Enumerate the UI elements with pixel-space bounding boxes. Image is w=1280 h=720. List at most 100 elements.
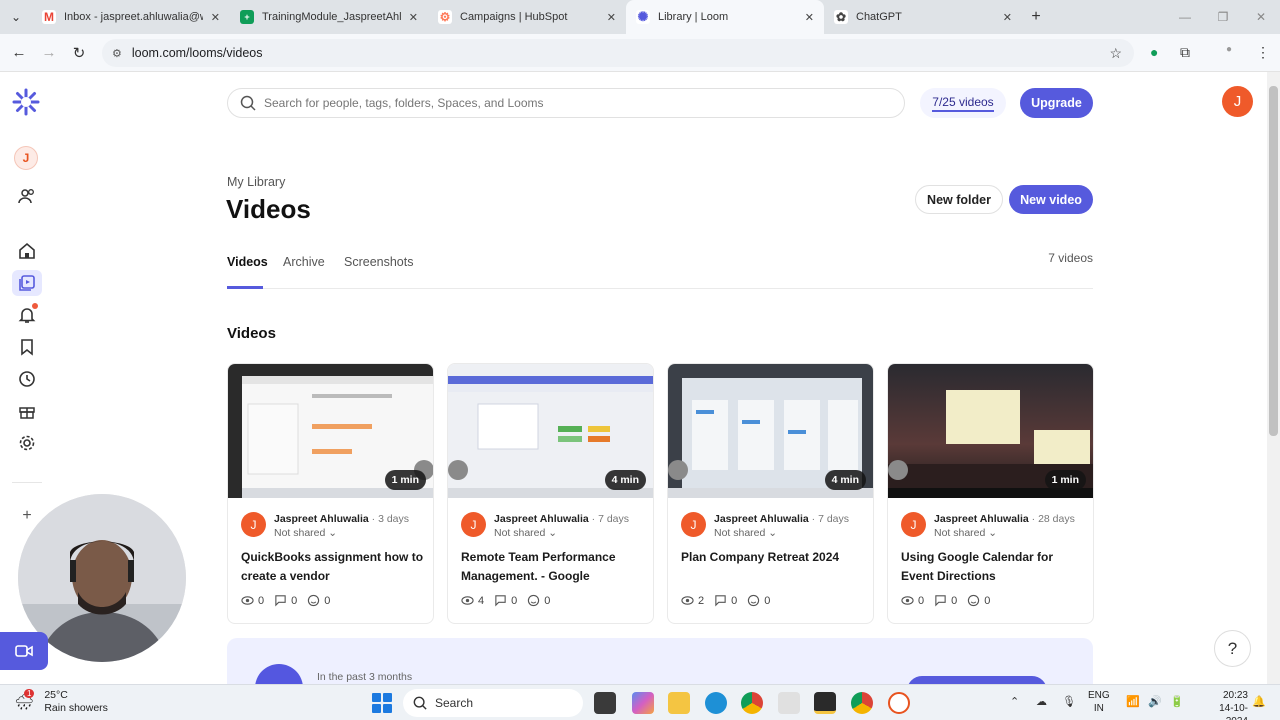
video-title[interactable]: QuickBooks assignment how to create a ve…	[241, 548, 427, 586]
video-thumbnail[interactable]: 4 min	[668, 364, 873, 498]
reload-icon[interactable]: ↻	[64, 44, 94, 62]
tab-screenshots[interactable]: Screenshots	[344, 255, 413, 289]
upgrade-button[interactable]: Upgrade	[1020, 88, 1093, 118]
scrollbar-thumb[interactable]	[1269, 86, 1278, 436]
notifications-icon[interactable]: 🔔	[1252, 695, 1266, 708]
menu-dots-icon[interactable]: ⋮	[1256, 44, 1270, 61]
close-icon[interactable]: ✕	[409, 11, 418, 24]
search-input[interactable]: Search for people, tags, folders, Spaces…	[227, 88, 905, 118]
gift-icon[interactable]	[12, 398, 42, 424]
people-icon[interactable]	[12, 183, 42, 209]
video-camera-icon	[15, 645, 33, 657]
video-title[interactable]: Remote Team Performance Management. - Go…	[461, 548, 647, 586]
scrollbar[interactable]	[1267, 72, 1280, 684]
video-card[interactable]: 1 min J Jaspreet Ahluwalia · 28 days Not…	[887, 363, 1094, 624]
share-status-dropdown[interactable]: Not shared ⌄	[494, 527, 557, 539]
share-status-dropdown[interactable]: Not shared ⌄	[714, 527, 777, 539]
volume-icon[interactable]: 🔊	[1148, 695, 1162, 708]
weather-icon: 🌧 1	[14, 689, 35, 711]
window-close-icon[interactable]: ✕	[1242, 0, 1280, 34]
search-placeholder: Search for people, tags, folders, Spaces…	[264, 96, 544, 110]
home-icon[interactable]	[12, 238, 42, 264]
video-thumbnail[interactable]: 1 min	[228, 364, 433, 498]
video-card[interactable]: 4 min J Jaspreet Ahluwalia · 7 days Not …	[667, 363, 874, 624]
bookmark-icon[interactable]	[12, 334, 42, 360]
chrome-icon[interactable]	[741, 692, 763, 714]
video-title[interactable]: Using Google Calendar for Event Directio…	[901, 548, 1087, 586]
comment-icon	[935, 595, 946, 607]
taskbar-search[interactable]: Search	[403, 689, 583, 717]
slack-icon[interactable]	[778, 692, 800, 714]
tab-videos[interactable]: Videos	[227, 255, 268, 289]
clock-app-icon[interactable]	[888, 692, 910, 714]
wifi-icon[interactable]: 📶	[1126, 695, 1140, 708]
new-folder-button[interactable]: New folder	[915, 185, 1003, 214]
copilot-icon[interactable]	[632, 692, 654, 714]
video-quota[interactable]: 7/25 videos	[920, 88, 1006, 118]
banner-illustration	[255, 664, 303, 684]
tab-archive[interactable]: Archive	[283, 255, 325, 289]
extension-icon[interactable]: ●	[1150, 44, 1158, 60]
bell-icon[interactable]	[12, 302, 42, 328]
bookmark-star-icon[interactable]: ☆	[1109, 45, 1122, 62]
minimize-icon[interactable]: —	[1166, 0, 1204, 34]
tab-chatgpt[interactable]: ✿ ChatGPT ✕	[824, 0, 1022, 34]
close-icon[interactable]: ✕	[211, 11, 220, 24]
breadcrumb[interactable]: My Library	[227, 175, 285, 189]
extensions-puzzle-icon[interactable]: ⧉	[1180, 44, 1190, 61]
sticky-notes-icon[interactable]	[814, 692, 836, 714]
settings-icon[interactable]	[12, 430, 42, 456]
profile-icon[interactable]: ●	[1226, 44, 1232, 55]
history-icon[interactable]	[12, 366, 42, 392]
workspace-avatar[interactable]: J	[14, 146, 38, 170]
tab-sheets[interactable]: + TrainingModule_JaspreetAhluw ✕	[230, 0, 428, 34]
library-icon[interactable]	[12, 270, 42, 296]
tab-hubspot[interactable]: ⚙ Campaigns | HubSpot ✕	[428, 0, 626, 34]
close-icon[interactable]: ✕	[607, 11, 616, 24]
video-thumbnail[interactable]: 4 min	[448, 364, 653, 498]
address-bar: ← → ↻ ⚙ loom.com/looms/videos ☆ ● ⧉ ● ⋮	[0, 34, 1280, 72]
tab-search-chevron-icon[interactable]: ⌄	[0, 0, 32, 34]
share-status-dropdown[interactable]: Not shared ⌄	[934, 527, 997, 539]
edge-icon[interactable]	[705, 692, 727, 714]
site-info-icon[interactable]: ⚙	[112, 47, 122, 60]
back-icon[interactable]: ←	[4, 44, 34, 61]
new-video-button[interactable]: New video	[1009, 185, 1093, 214]
views-stat: 0	[901, 594, 924, 607]
tab-gmail[interactable]: M Inbox - jaspreet.ahluwalia@wi ✕	[32, 0, 230, 34]
video-card[interactable]: 1 min J Jaspreet Ahluwalia · 3 days Not …	[227, 363, 434, 624]
maximize-icon[interactable]: ❐	[1204, 0, 1242, 34]
video-thumbnail[interactable]: 1 min	[888, 364, 1093, 498]
eye-icon	[681, 596, 694, 605]
tab-loom[interactable]: ✺ Library | Loom ✕	[626, 0, 824, 34]
battery-icon[interactable]: 🔋	[1170, 695, 1184, 708]
onedrive-icon[interactable]: ☁	[1036, 695, 1047, 708]
video-title[interactable]: Plan Company Retreat 2024	[681, 548, 867, 567]
tray-chevron-icon[interactable]: ⌃	[1010, 695, 1019, 708]
browser-tab-bar: ⌄ M Inbox - jaspreet.ahluwalia@wi ✕ + Tr…	[0, 0, 1280, 34]
close-icon[interactable]: ✕	[1003, 11, 1012, 24]
weather-widget[interactable]: 🌧 1 25°C Rain showers	[14, 689, 108, 715]
user-avatar[interactable]: J	[1222, 86, 1253, 117]
loom-logo-icon[interactable]	[12, 88, 40, 116]
url-input[interactable]: ⚙ loom.com/looms/videos ☆	[102, 39, 1134, 67]
start-icon[interactable]	[372, 693, 392, 713]
chrome-profile-icon[interactable]	[851, 692, 873, 714]
forward-icon[interactable]: →	[34, 44, 64, 61]
input-language[interactable]: ENG IN	[1088, 689, 1110, 715]
task-view-icon[interactable]	[594, 692, 616, 714]
share-status-dropdown[interactable]: Not shared ⌄	[274, 527, 337, 539]
microphone-icon[interactable]: 🎙	[1062, 695, 1076, 708]
file-explorer-icon[interactable]	[668, 692, 690, 714]
camera-toggle-button[interactable]	[0, 632, 48, 670]
system-clock[interactable]: 20:2314-10-2024	[1200, 689, 1248, 720]
help-button[interactable]: ?	[1214, 630, 1251, 667]
video-card[interactable]: 4 min J Jaspreet Ahluwalia · 7 days Not …	[447, 363, 654, 624]
views-stat: 2	[681, 594, 704, 607]
new-tab-icon[interactable]: +	[1022, 8, 1050, 26]
banner-button[interactable]	[907, 676, 1047, 684]
owner-line: Jaspreet Ahluwalia · 7 days	[494, 513, 630, 525]
close-icon[interactable]: ✕	[805, 11, 814, 24]
sheets-icon: +	[240, 10, 254, 24]
eye-icon	[901, 596, 914, 605]
